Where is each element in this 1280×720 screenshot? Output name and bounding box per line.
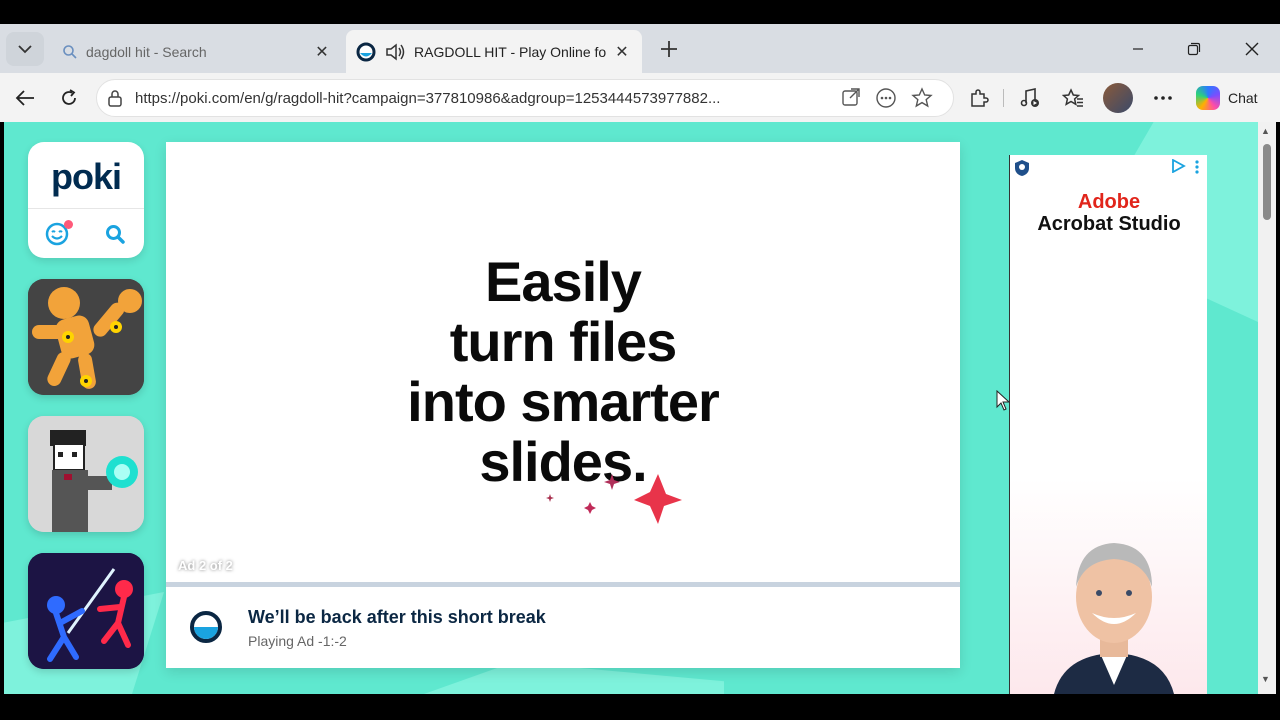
scrollbar-thumb[interactable] xyxy=(1263,144,1271,220)
screen-top-border xyxy=(0,0,1280,24)
refresh-icon xyxy=(62,89,76,105)
search-button[interactable] xyxy=(86,212,144,256)
navigation-bar: https://poki.com/en/g/ragdoll-hit?campai… xyxy=(0,73,1280,122)
scroll-down-icon[interactable]: ▼ xyxy=(1261,674,1270,684)
search-icon xyxy=(106,225,125,244)
ad-brand: Adobe xyxy=(1077,191,1141,213)
game-thumbnail-stickman-duel[interactable] xyxy=(28,553,144,669)
headline-line: turn files xyxy=(449,310,677,373)
close-icon xyxy=(1245,42,1259,56)
sidebar-display-ad[interactable]: Adobe Acrobat Studio xyxy=(1009,155,1207,694)
speaker-icon[interactable] xyxy=(384,42,406,62)
poki-logo-card: poki xyxy=(28,142,144,258)
game-thumbnail-ragdoll[interactable] xyxy=(28,279,144,395)
new-tab-button[interactable] xyxy=(654,34,684,64)
ad-headline: Easily turn files into smarter slides. xyxy=(166,252,960,492)
favorite-star-icon[interactable] xyxy=(911,87,933,109)
mouse-cursor-icon xyxy=(996,390,1010,411)
close-window-button[interactable] xyxy=(1230,32,1274,66)
restore-icon xyxy=(1187,42,1201,56)
poki-logo[interactable]: poki xyxy=(28,156,144,198)
ad-shield-icon[interactable] xyxy=(1014,159,1030,177)
page-viewport: poki Easily turn files into smarter slid… xyxy=(4,122,1258,694)
divider xyxy=(28,208,144,209)
copilot-icon xyxy=(1196,86,1220,110)
ad-menu-icon[interactable] xyxy=(1194,159,1200,175)
ad-break-bar: We’ll be back after this short break Pla… xyxy=(166,587,960,668)
stickman-duel-thumbnail-art xyxy=(28,553,144,669)
game-thumbnail-pixel-fighter[interactable] xyxy=(28,416,144,532)
poki-favicon-icon xyxy=(356,42,376,61)
address-bar[interactable]: https://poki.com/en/g/ragdoll-hit?campai… xyxy=(96,79,954,117)
poki-icon xyxy=(190,611,222,643)
game-player[interactable]: Easily turn files into smarter slides. A… xyxy=(166,142,960,668)
refresh-button[interactable] xyxy=(52,81,86,115)
tab-actions-menu-button[interactable] xyxy=(6,32,44,66)
video-ad[interactable]: Easily turn files into smarter slides. A… xyxy=(166,142,960,582)
minimize-icon xyxy=(1133,48,1143,50)
minimize-button[interactable] xyxy=(1116,32,1160,66)
back-button[interactable] xyxy=(8,81,42,115)
vertical-scrollbar[interactable]: ▲ ▼ xyxy=(1258,122,1276,694)
more-options-icon[interactable] xyxy=(875,87,897,109)
toolbar-divider xyxy=(1003,89,1004,107)
tab-title: RAGDOLL HIT - Play Online fo xyxy=(414,43,607,60)
sparkle-decoration-icon xyxy=(546,474,682,524)
ragdoll-thumbnail-art xyxy=(28,279,144,395)
music-note-icon xyxy=(1020,88,1039,107)
scroll-up-icon[interactable]: ▲ xyxy=(1261,126,1270,136)
tab-title: dagdoll hit - Search xyxy=(86,43,207,60)
restore-button[interactable] xyxy=(1172,32,1216,66)
url-text[interactable]: https://poki.com/en/g/ragdoll-hit?campai… xyxy=(135,90,825,107)
ad-person-photo xyxy=(1054,543,1174,694)
back-arrow-icon xyxy=(15,90,34,106)
extensions-button[interactable] xyxy=(962,81,996,115)
chevron-down-icon xyxy=(18,44,32,53)
notification-dot xyxy=(64,220,73,229)
break-title: We’ll be back after this short break xyxy=(248,607,546,627)
plus-icon xyxy=(661,41,677,57)
tab-bar: dagdoll hit - Search ✕ RAGDOLL HIT - Pla… xyxy=(0,24,1280,73)
favorites-button[interactable] xyxy=(1056,81,1090,115)
pixel-fighter-thumbnail-art xyxy=(28,416,144,532)
favorites-icon xyxy=(1062,88,1083,107)
break-subtitle: Playing Ad -1:-2 xyxy=(248,633,347,649)
ad-counter: Ad 2 of 2 xyxy=(178,558,233,573)
close-tab-icon[interactable]: ✕ xyxy=(612,42,632,62)
chat-label: Chat xyxy=(1228,90,1258,106)
screen-bottom-border xyxy=(0,694,1280,720)
adchoices-icon[interactable] xyxy=(1170,159,1186,173)
headline-line: into smarter xyxy=(407,370,720,433)
headline-line: Easily xyxy=(485,250,642,313)
media-control-button[interactable] xyxy=(1012,81,1046,115)
profile-avatar[interactable] xyxy=(1103,83,1133,113)
lock-icon[interactable] xyxy=(107,89,123,107)
ad-product: Acrobat Studio xyxy=(1037,213,1181,235)
copilot-chat-button[interactable]: Chat xyxy=(1190,81,1272,115)
profile-face-button[interactable] xyxy=(28,212,86,256)
tab-search[interactable]: dagdoll hit - Search ✕ xyxy=(52,30,342,73)
open-in-app-icon[interactable] xyxy=(841,87,861,107)
settings-menu-button[interactable] xyxy=(1146,81,1180,115)
search-icon xyxy=(63,44,77,59)
close-tab-icon[interactable]: ✕ xyxy=(312,42,332,62)
puzzle-icon xyxy=(971,89,989,107)
browser-chrome: dagdoll hit - Search ✕ RAGDOLL HIT - Pla… xyxy=(0,24,1280,122)
tab-ragdoll-hit[interactable]: RAGDOLL HIT - Play Online fo ✕ xyxy=(346,30,642,73)
ellipsis-icon xyxy=(1154,96,1172,100)
